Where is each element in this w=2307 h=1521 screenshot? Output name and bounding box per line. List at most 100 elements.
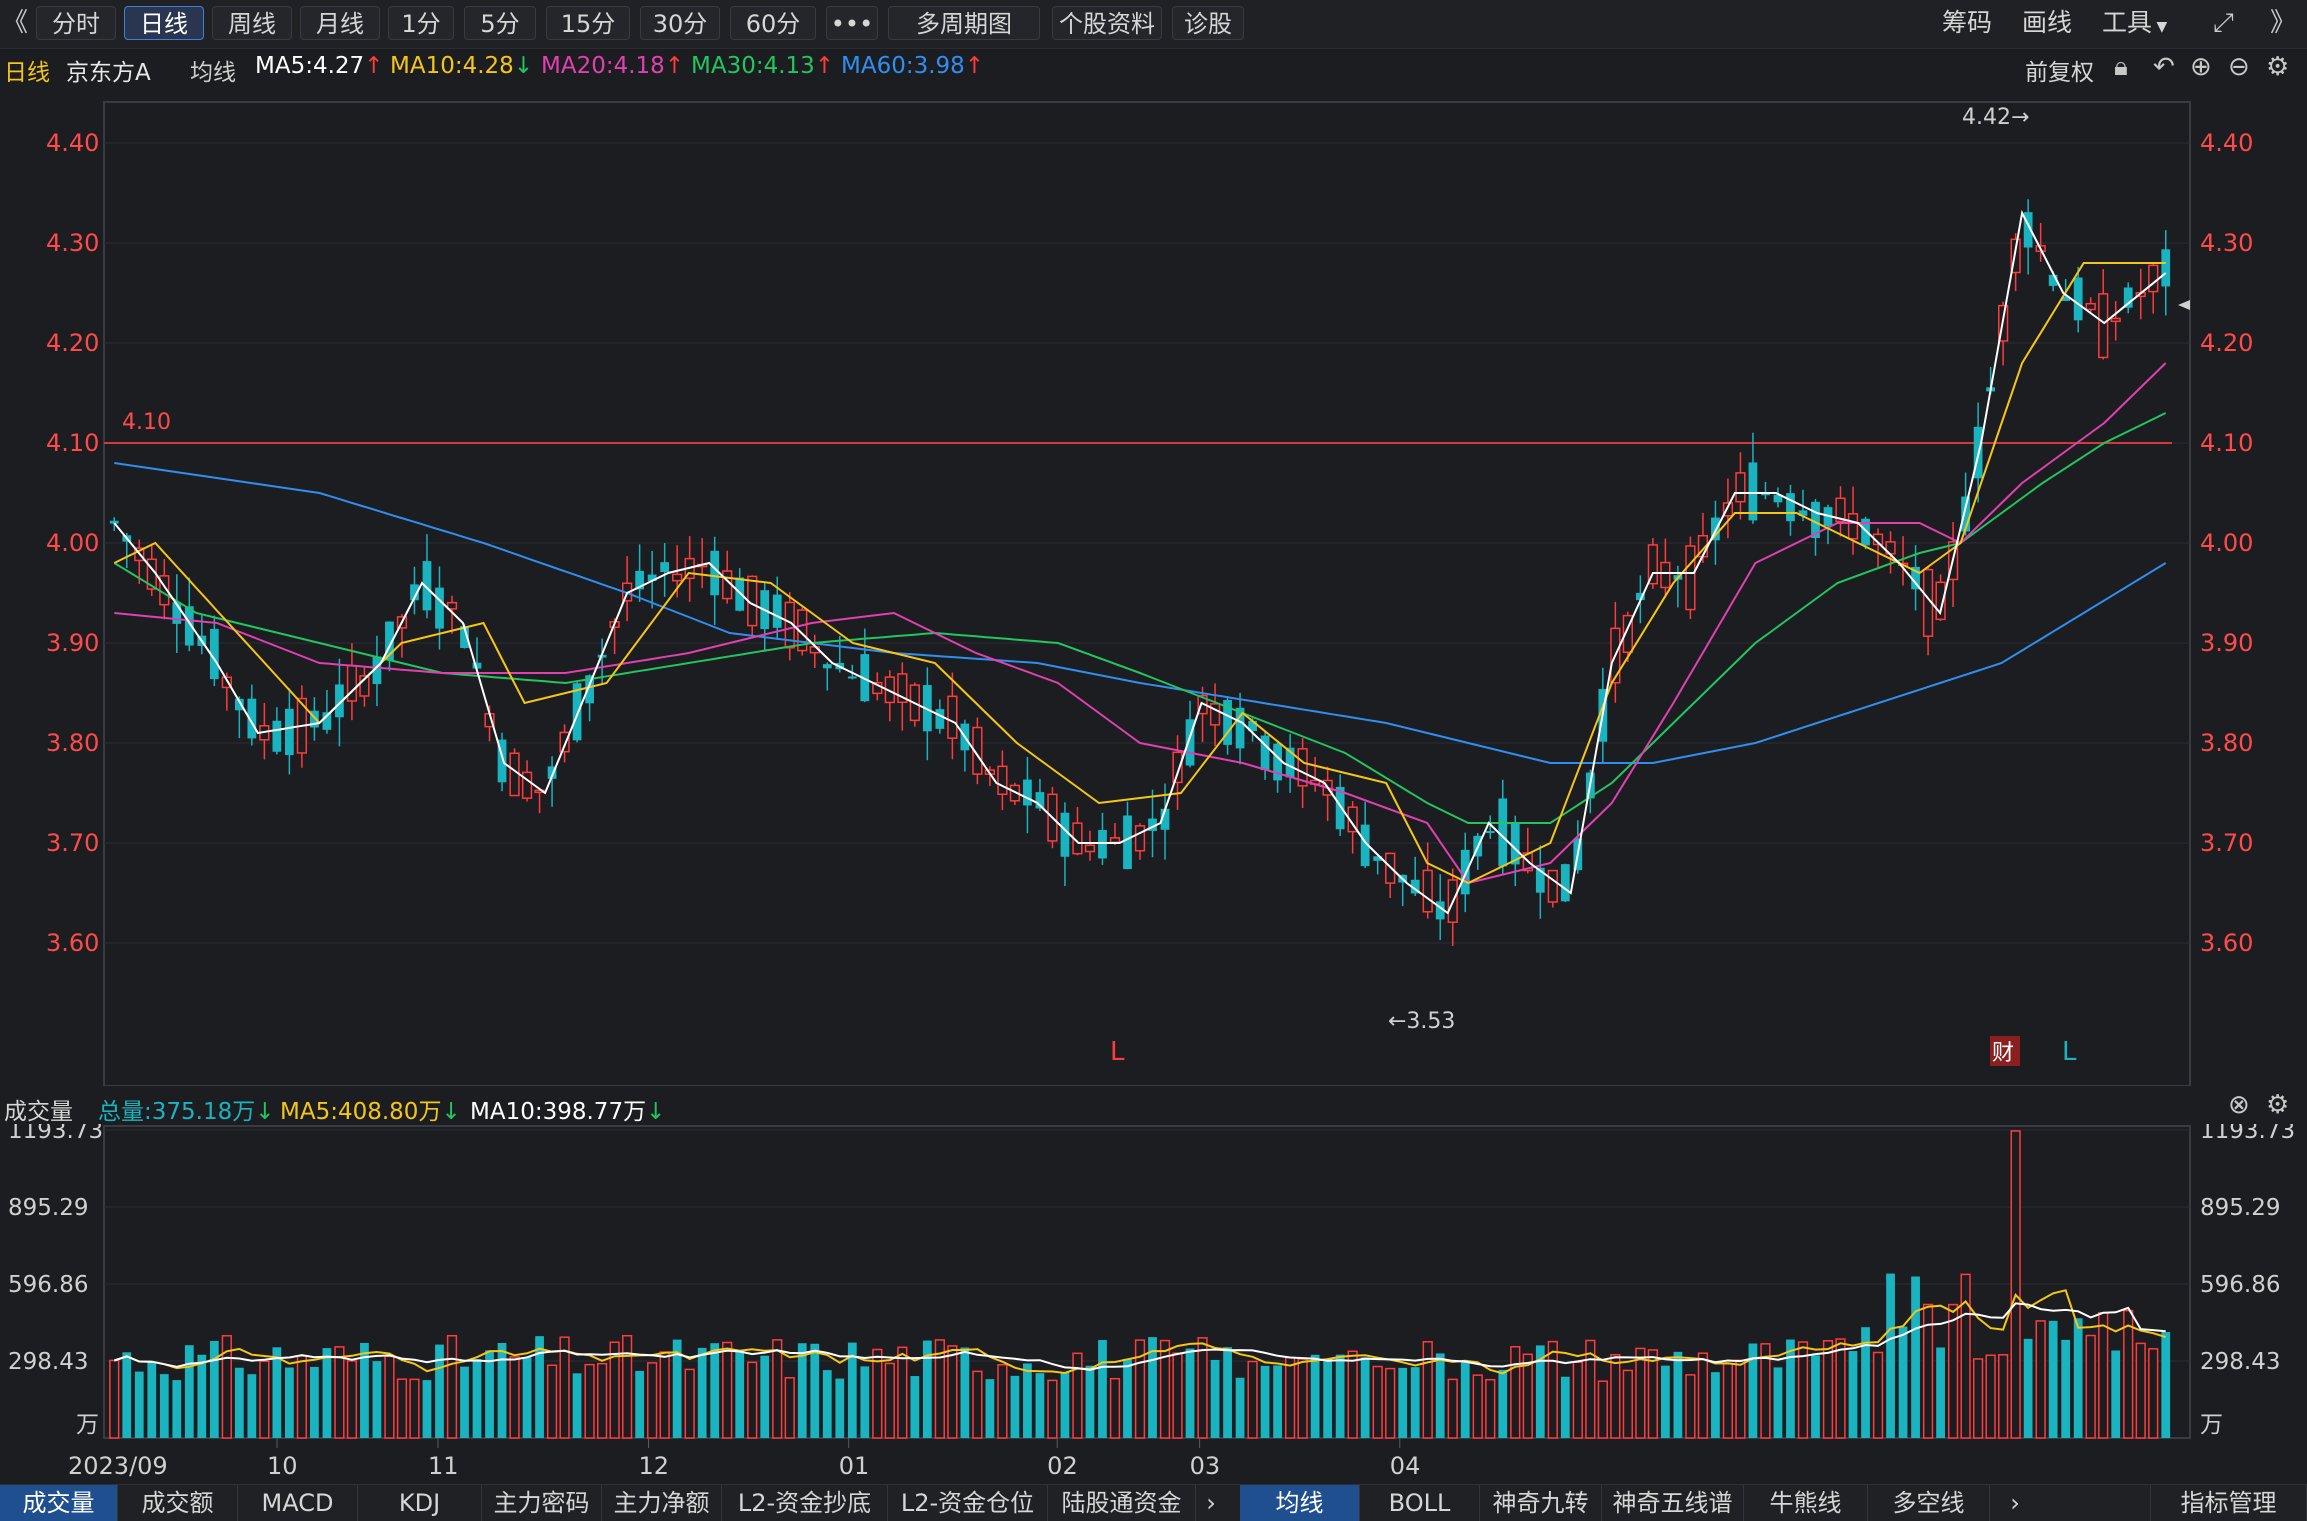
period-tab[interactable]: 诊股	[1172, 6, 1244, 40]
volume-tick-left: 298.43	[8, 1349, 88, 1375]
indicator-tab[interactable]: 陆股通资金	[1048, 1485, 1196, 1521]
volume-bar-down	[197, 1354, 207, 1438]
volume-bar-up	[1635, 1347, 1646, 1439]
volume-bar-down	[1260, 1365, 1270, 1438]
zoom-in-icon[interactable]: ⊕	[2190, 52, 2212, 82]
fullscreen-icon[interactable]: ⤢	[2213, 8, 2234, 38]
overlay-tab[interactable]: 多空线	[1868, 1485, 1990, 1521]
period-tab[interactable]: 15分	[546, 6, 630, 40]
indicator-tab[interactable]: KDJ	[358, 1485, 482, 1521]
volume-bar-down	[710, 1343, 720, 1438]
volume-bar-up	[972, 1370, 983, 1439]
settings-gear-icon[interactable]: ⚙	[2266, 52, 2289, 82]
period-tab[interactable]: •••	[826, 6, 878, 40]
volume-bar-up	[259, 1360, 270, 1439]
volume-bar-down	[985, 1379, 995, 1438]
price-axis-left: 4.40 4.30 4.20 4.10 4.00 3.90 3.80 3.70 3.60	[46, 129, 99, 957]
volume-tick-right: 1193.73	[2200, 1124, 2295, 1144]
stock-name: 京东方A	[66, 60, 151, 86]
period-tab[interactable]: 个股资料	[1052, 6, 1162, 40]
draw-tool[interactable]: 画线	[2022, 6, 2072, 40]
indicator-tab[interactable]: 成交量	[0, 1485, 118, 1521]
candle-up	[2110, 317, 2121, 323]
collapse-left-icon[interactable]: 《	[2, 8, 28, 38]
ma-label[interactable]: 均线	[190, 53, 236, 87]
period-tab[interactable]: 日线	[124, 6, 204, 40]
period-tab[interactable]: 30分	[640, 6, 720, 40]
volume-bar-down	[1661, 1365, 1670, 1438]
overlay-tab[interactable]: 神奇五线谱	[1602, 1485, 1744, 1521]
volume-bar-down	[147, 1362, 157, 1438]
volume-bar-up	[1547, 1340, 1558, 1439]
volume-bar-down	[1185, 1348, 1195, 1438]
volume-chart[interactable]: 1193.73 1193.73 895.29 895.29 596.86 596.86 29…	[0, 1124, 2307, 1484]
date-label: 2023/09	[68, 1452, 168, 1480]
volume-bar-down	[2111, 1350, 2121, 1438]
lock-icon[interactable]: 🔒︎	[2114, 52, 2128, 82]
candle-up	[521, 771, 533, 799]
ma-info-bar: 日线 京东方A 均线 MA5:4.27↑ MA10:4.28↓ MA20:4.1…	[0, 48, 2307, 86]
volume-bar-up	[1385, 1367, 1396, 1439]
volume-bar-down	[522, 1357, 532, 1438]
volume-bar-up	[1172, 1352, 1183, 1439]
overlay-tab[interactable]: 神奇九转	[1480, 1485, 1602, 1521]
chips-tool[interactable]: 筹码	[1942, 6, 1992, 40]
close-indicator-icon[interactable]: ⊗	[2228, 1090, 2250, 1120]
date-axis: 2023/09 10 11 12 01 02 03 04	[68, 1438, 1420, 1480]
period-tab[interactable]: 周线	[212, 6, 292, 40]
indicator-manage-button[interactable]: 指标管理	[2150, 1485, 2307, 1521]
candle-down	[1123, 815, 1132, 870]
volume-bar-up	[997, 1364, 1008, 1439]
volume-bar-up	[2085, 1334, 2096, 1439]
tools-menu[interactable]: 工具 ▼	[2102, 6, 2167, 40]
price-tick-left: 3.60	[46, 929, 99, 957]
volume-bar-up	[1722, 1363, 1734, 1439]
down-arrow-icon: ↓	[646, 1099, 666, 1125]
period-tab[interactable]: 1分	[388, 6, 454, 40]
candle-up	[997, 765, 1008, 796]
undo-icon[interactable]: ↶	[2153, 52, 2175, 82]
indicator-settings-gear-icon[interactable]: ⚙	[2266, 1090, 2289, 1120]
volume-bar-down	[1848, 1351, 1858, 1438]
volume-bar-up	[1472, 1374, 1483, 1439]
high-price-label: 4.42→	[1962, 105, 2029, 130]
price-tick-left: 4.40	[46, 129, 99, 157]
tools-label: 工具	[2102, 8, 2153, 37]
volume-bar-down	[1711, 1372, 1720, 1438]
candle-down	[2161, 249, 2171, 287]
indicator-tab[interactable]: 成交额	[118, 1485, 238, 1521]
volume-bar-up	[897, 1346, 908, 1439]
price-chart[interactable]: 4.40 4.30 4.20 4.10 4.00 3.90 3.80 3.70 3.60 4.4…	[0, 86, 2307, 1086]
volume-bar-up	[1485, 1378, 1496, 1439]
volume-bar-up	[1109, 1377, 1121, 1439]
volume-bar-down	[1398, 1367, 1408, 1438]
overlay-tab[interactable]: 牛熊线	[1744, 1485, 1868, 1521]
period-tab[interactable]: 5分	[464, 6, 536, 40]
finance-marker[interactable]: 财	[1992, 1041, 2014, 1066]
volume-bar-down	[184, 1345, 194, 1438]
indicator-tab[interactable]: MACD	[238, 1485, 358, 1521]
tabs-left-more-icon[interactable]: ›	[1196, 1485, 1226, 1521]
ma60-value: MA60:3.98↑	[841, 53, 985, 79]
indicator-tab[interactable]: 主力净额	[602, 1485, 722, 1521]
tabs-right-more-icon[interactable]: ›	[2000, 1485, 2030, 1521]
indicator-tab[interactable]: L2-资金仓位	[888, 1485, 1048, 1521]
period-tab[interactable]: 月线	[300, 6, 380, 40]
price-tick-left: 3.90	[46, 629, 99, 657]
volume-bar-down	[1235, 1377, 1245, 1438]
volume-bar-up	[1985, 1354, 1996, 1439]
adjust-mode[interactable]: 前复权	[2025, 53, 2094, 87]
indicator-tab[interactable]: 主力密码	[482, 1485, 602, 1521]
indicator-tab[interactable]: L2-资金抄底	[722, 1485, 888, 1521]
expand-right-icon[interactable]: 》	[2270, 8, 2296, 38]
zoom-out-icon[interactable]: ⊖	[2228, 52, 2250, 82]
candle-down	[1060, 812, 1070, 857]
overlay-tab[interactable]: 均线	[1240, 1485, 1360, 1521]
volume-bar-down	[1310, 1354, 1320, 1438]
current-price-pointer-icon	[2178, 300, 2190, 310]
period-tab[interactable]: 分时	[36, 6, 116, 40]
period-tab[interactable]: 60分	[730, 6, 816, 40]
volume-bar-up	[621, 1334, 633, 1439]
overlay-tab[interactable]: BOLL	[1360, 1485, 1480, 1521]
multi-period-dropdown[interactable]: 多周期图	[888, 6, 1040, 40]
